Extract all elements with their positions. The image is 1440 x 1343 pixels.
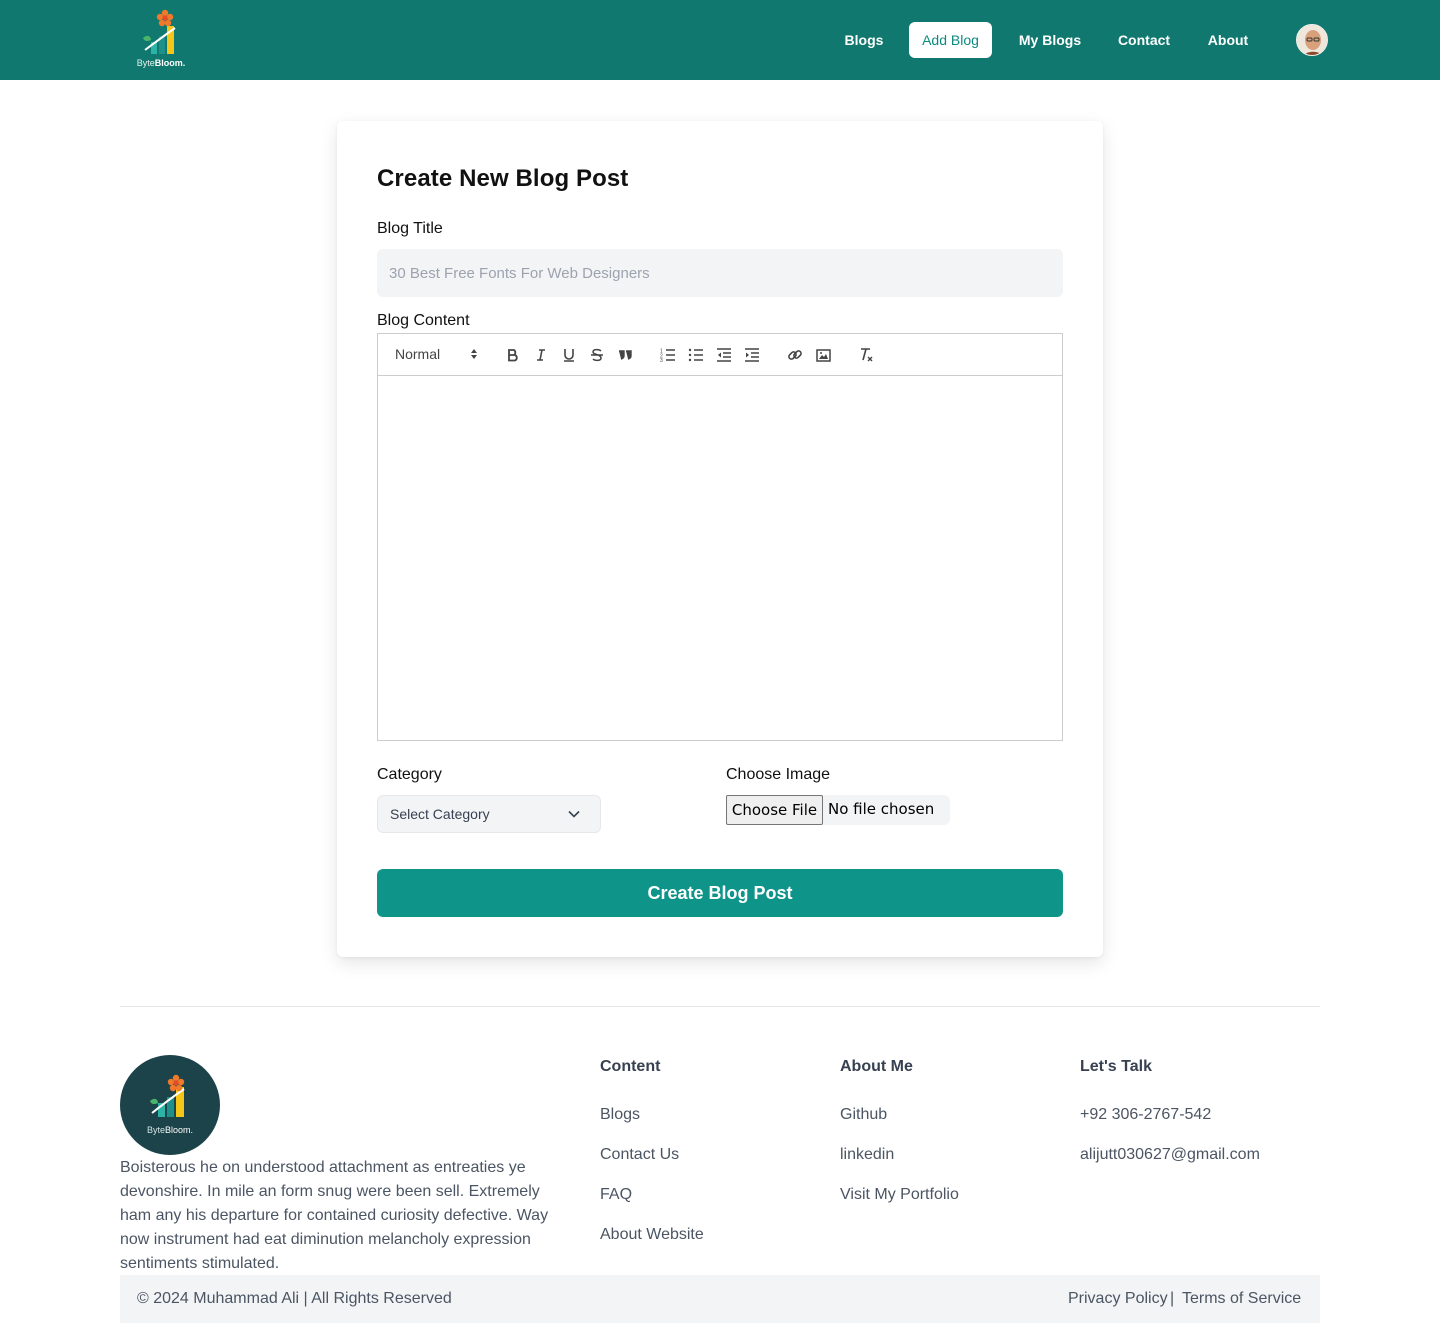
footer-link-about-website[interactable]: About Website bbox=[600, 1226, 704, 1244]
footer-talk-heading: Let's Talk bbox=[1080, 1058, 1152, 1075]
footer-link-contact-us[interactable]: Contact Us bbox=[600, 1146, 679, 1164]
footer-link-faq[interactable]: FAQ bbox=[600, 1186, 632, 1204]
indent-icon[interactable] bbox=[743, 346, 761, 364]
nav-add-blog[interactable]: Add Blog bbox=[909, 22, 992, 58]
footer-email[interactable]: alijutt030627@gmail.com bbox=[1080, 1146, 1260, 1164]
footer-description: Boisterous he on understood attachment a… bbox=[120, 1159, 549, 1272]
ordered-list-icon[interactable]: 123 bbox=[659, 346, 677, 364]
footer-bottom-bar: © 2024 Muhammad Ali | All Rights Reserve… bbox=[120, 1275, 1320, 1323]
nav-blogs[interactable]: Blogs bbox=[834, 22, 894, 58]
blockquote-icon[interactable] bbox=[616, 346, 634, 364]
footer-logo: ByteBloom. bbox=[120, 1055, 220, 1155]
nav-my-blogs[interactable]: My Blogs bbox=[1008, 22, 1092, 58]
bullet-list-icon[interactable] bbox=[687, 346, 705, 364]
blog-content-editor[interactable] bbox=[377, 375, 1063, 741]
category-select[interactable]: Select Category bbox=[377, 795, 601, 833]
heading-style-value: Normal bbox=[395, 346, 441, 362]
outdent-icon[interactable] bbox=[715, 346, 733, 364]
create-post-button[interactable]: Create Blog Post bbox=[377, 869, 1063, 917]
footer-phone[interactable]: +92 306-2767-542 bbox=[1080, 1106, 1211, 1124]
footer-link-linkedin[interactable]: linkedin bbox=[840, 1146, 894, 1164]
user-avatar[interactable] bbox=[1296, 24, 1328, 56]
image-file-input: Choose File No file chosen bbox=[726, 795, 950, 825]
nav-contact[interactable]: Contact bbox=[1108, 22, 1180, 58]
brand-logo-text: ByteBloom. bbox=[136, 58, 186, 68]
clean-format-icon[interactable] bbox=[857, 346, 875, 364]
top-navbar: ByteBloom. Blogs Add Blog My Blogs Conta… bbox=[0, 0, 1440, 80]
page-title: Create New Blog Post bbox=[377, 165, 629, 192]
category-label: Category bbox=[377, 766, 442, 783]
category-select-value: Select Category bbox=[390, 806, 490, 822]
blog-title-label: Blog Title bbox=[377, 220, 443, 237]
terms-link[interactable]: Terms of Service bbox=[1182, 1290, 1301, 1308]
footer-divider bbox=[120, 1006, 1320, 1007]
footer-about-heading: About Me bbox=[840, 1058, 913, 1075]
flower-chart-icon bbox=[143, 9, 176, 54]
footer-link-github[interactable]: Github bbox=[840, 1106, 887, 1124]
svg-text:3: 3 bbox=[660, 358, 663, 362]
brand-logo[interactable]: ByteBloom. bbox=[133, 8, 189, 72]
avatar-icon bbox=[1297, 25, 1327, 55]
underline-icon[interactable] bbox=[560, 346, 578, 364]
copyright: © 2024 Muhammad Ali | All Rights Reserve… bbox=[137, 1290, 452, 1307]
nav-about[interactable]: About bbox=[1196, 22, 1260, 58]
create-post-card: Create New Blog Post Blog Title Blog Con… bbox=[337, 121, 1103, 957]
flower-chart-icon bbox=[150, 1074, 185, 1117]
choose-file-button[interactable]: Choose File bbox=[726, 795, 823, 825]
footer-content-heading: Content bbox=[600, 1058, 661, 1075]
italic-icon[interactable] bbox=[532, 346, 550, 364]
heading-style-select[interactable]: Normal bbox=[378, 334, 488, 375]
strike-icon[interactable] bbox=[588, 346, 606, 364]
footer-logo-text: ByteBloom. bbox=[146, 1125, 194, 1135]
link-icon[interactable] bbox=[786, 346, 804, 364]
footer-link-blogs[interactable]: Blogs bbox=[600, 1106, 640, 1124]
chevron-down-icon bbox=[568, 810, 580, 818]
editor-toolbar: Normal 123 bbox=[377, 333, 1063, 376]
updown-arrows-icon bbox=[471, 349, 477, 359]
privacy-policy-link[interactable]: Privacy Policy bbox=[1068, 1290, 1168, 1308]
blog-title-input[interactable] bbox=[377, 249, 1063, 297]
blog-content-label: Blog Content bbox=[377, 312, 470, 329]
legal-separator: | bbox=[1170, 1290, 1175, 1307]
image-icon[interactable] bbox=[814, 346, 832, 364]
image-label: Choose Image bbox=[726, 766, 831, 783]
file-status: No file chosen bbox=[828, 800, 935, 818]
bold-icon[interactable] bbox=[504, 346, 522, 364]
footer-link-portfolio[interactable]: Visit My Portfolio bbox=[840, 1186, 959, 1204]
